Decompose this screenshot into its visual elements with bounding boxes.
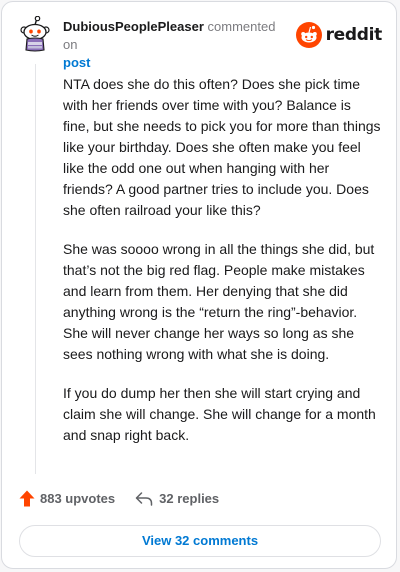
reddit-wordmark: reddit — [325, 25, 383, 45]
comment-body: NTA does she do this often? Does she pic… — [63, 74, 381, 464]
upvote-arrow-icon — [19, 490, 35, 507]
reply-arrow-icon — [135, 491, 153, 506]
view-comments-button[interactable]: View 32 comments — [19, 525, 381, 557]
thread-line[interactable] — [35, 64, 36, 474]
comment-card: DubiousPeoplePleaser commented on post r… — [1, 1, 397, 569]
username-link[interactable]: DubiousPeoplePleaser — [63, 19, 204, 34]
upvote-button[interactable]: 883 upvotes — [19, 490, 115, 507]
snoo-avatar-icon[interactable] — [18, 15, 52, 52]
reddit-logo[interactable]: reddit — [295, 22, 383, 48]
reply-button[interactable]: 32 replies — [135, 491, 219, 506]
comment-paragraph: She was soooo wrong in all the things sh… — [63, 241, 375, 362]
reply-count: 32 replies — [159, 491, 220, 506]
comment-header: DubiousPeoplePleaser commented on post — [63, 18, 293, 72]
post-link[interactable]: post — [63, 54, 293, 72]
upvote-count: 883 upvotes — [40, 491, 116, 506]
reddit-logo-icon — [295, 22, 322, 48]
comment-actions: 883 upvotes 32 replies — [19, 490, 219, 507]
comment-paragraph: If you do dump her then she will start c… — [63, 385, 376, 443]
comment-paragraph: NTA does she do this often? Does she pic… — [63, 76, 381, 218]
